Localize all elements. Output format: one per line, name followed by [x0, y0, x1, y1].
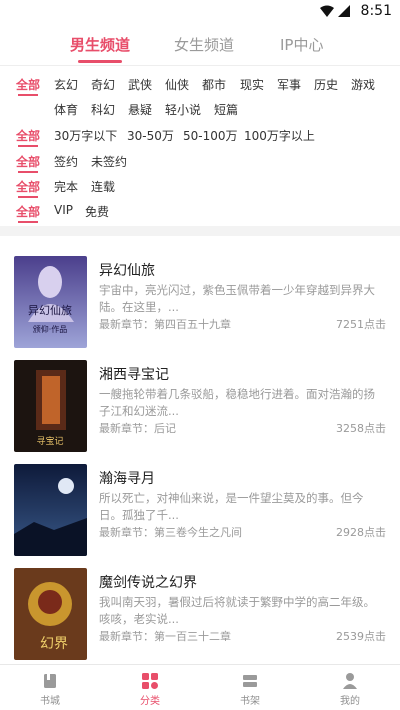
wordcount-item[interactable]: 100万字以上 — [244, 127, 315, 144]
category-icon — [142, 673, 158, 689]
sign-item[interactable]: 未签约 — [91, 153, 127, 170]
svg-text:颁仰·作品: 颁仰·作品 — [33, 324, 68, 334]
nav-profile[interactable]: 我的 — [300, 671, 400, 707]
completion-item[interactable]: 完本 — [54, 178, 78, 195]
sign-filter-row: 全部 签约 未签约 — [0, 151, 400, 173]
book-title: 魔剑传说之幻界 — [99, 575, 197, 591]
genre-item[interactable]: 奇幻 — [91, 76, 115, 93]
sign-item[interactable]: 签约 — [54, 153, 78, 170]
svg-text:幻界: 幻界 — [40, 636, 68, 652]
active-tab-indicator — [78, 60, 122, 63]
filter-all-wordcount[interactable]: 全部 — [16, 127, 40, 147]
genre-filter-row-2: 体育 科幻 悬疑 轻小说 短篇 — [0, 99, 400, 121]
book-description: 所以死亡，对神仙来说，是一件望尘莫及的事。但今日。孤独了千... — [99, 491, 364, 522]
status-time: 8:51 — [360, 3, 392, 19]
bottom-nav: 书城 分类 书架 我的 — [0, 664, 400, 710]
tab-male-channel[interactable]: 男生频道 — [70, 34, 130, 55]
book-description: 我叫南天羽，暑假过后将就读于繁野中学的高二年级。咳咳，老实说... — [99, 595, 375, 626]
channel-tabs: 男生频道 女生频道 IP中心 — [0, 22, 400, 66]
signal-icon — [338, 5, 350, 17]
genre-item[interactable]: 历史 — [314, 76, 338, 93]
genre-item[interactable]: 轻小说 — [165, 101, 201, 118]
book-click-count: 2928点击 — [336, 526, 386, 539]
completion-filter-row: 全部 完本 连载 — [0, 176, 400, 198]
status-bar: 8:51 — [0, 0, 400, 22]
book-title: 瀚海寻月 — [99, 471, 155, 487]
book-description: 一艘拖轮带着几条驳船，稳稳地行进着。面对浩瀚的扬子江和幻迷流... — [99, 387, 375, 418]
word-count-filter-row: 全部 30万字以下 30-50万 50-100万 100万字以上 — [0, 125, 400, 147]
book-cover: 寻宝记 — [14, 360, 87, 452]
wifi-icon — [320, 5, 334, 17]
book-item[interactable]: 寻宝记 湘西寻宝记 一艘拖轮带着几条驳船，稳稳地行进着。面对浩瀚的扬子江和幻迷流… — [0, 346, 400, 452]
filter-all-completion[interactable]: 全部 — [16, 178, 40, 198]
book-title: 湘西寻宝记 — [99, 367, 169, 383]
book-click-count: 7251点击 — [336, 318, 386, 331]
genre-item[interactable]: 现实 — [240, 76, 264, 93]
tab-ip-center[interactable]: IP中心 — [280, 34, 323, 55]
genre-item[interactable]: 体育 — [54, 101, 78, 118]
wordcount-item[interactable]: 30万字以下 — [54, 127, 117, 144]
book-cover: 异幻仙旅 颁仰·作品 — [14, 256, 87, 348]
nav-bookstore[interactable]: 书城 — [0, 671, 100, 707]
genre-item[interactable]: 玄幻 — [54, 76, 78, 93]
book-latest-chapter: 最新章节：后记 — [99, 422, 176, 435]
book-click-count: 3258点击 — [336, 422, 386, 435]
genre-item[interactable]: 悬疑 — [128, 101, 152, 118]
genre-item[interactable]: 短篇 — [214, 101, 238, 118]
book-cover — [14, 464, 87, 556]
wordcount-item[interactable]: 50-100万 — [183, 127, 238, 144]
genre-item[interactable]: 武侠 — [128, 76, 152, 93]
filter-all-pricing[interactable]: 全部 — [16, 203, 40, 223]
book-latest-chapter: 最新章节：第四百五十九章 — [99, 318, 231, 331]
genre-item[interactable]: 仙侠 — [165, 76, 189, 93]
genre-item[interactable]: 军事 — [277, 76, 301, 93]
pricing-item[interactable]: 免费 — [85, 203, 109, 220]
book-latest-chapter: 最新章节：第三卷今生之凡间 — [99, 526, 242, 539]
genre-filter-row: 全部 玄幻 奇幻 武侠 仙侠 都市 现实 军事 历史 游戏 — [0, 74, 400, 96]
pricing-item[interactable]: VIP — [54, 203, 73, 217]
genre-item[interactable]: 科幻 — [91, 101, 115, 118]
filter-all-sign[interactable]: 全部 — [16, 153, 40, 173]
wordcount-item[interactable]: 30-50万 — [127, 127, 174, 144]
book-item[interactable]: 瀚海寻月 所以死亡，对神仙来说，是一件望尘莫及的事。但今日。孤独了千... 最新… — [0, 450, 400, 556]
book-item[interactable]: 异幻仙旅 颁仰·作品 异幻仙旅 宇宙中，亮光闪过，紫色玉佩带着一少年穿越到异界大… — [0, 242, 400, 348]
book-title: 异幻仙旅 — [99, 263, 155, 279]
book-latest-chapter: 最新章节：第一百三十二章 — [99, 630, 231, 643]
book-description: 宇宙中，亮光闪过，紫色玉佩带着一少年穿越到异界大陆。在这里，... — [99, 283, 375, 314]
book-click-count: 2539点击 — [336, 630, 386, 643]
tab-female-channel[interactable]: 女生频道 — [174, 34, 234, 55]
svg-text:异幻仙旅: 异幻仙旅 — [28, 303, 72, 317]
book-cover: 幻界 — [14, 568, 87, 660]
filter-all-genre[interactable]: 全部 — [16, 76, 40, 96]
svg-text:寻宝记: 寻宝记 — [36, 435, 63, 447]
genre-item[interactable]: 都市 — [202, 76, 226, 93]
bookshelf-icon — [243, 675, 257, 687]
bookstore-icon — [44, 674, 56, 688]
nav-bookshelf[interactable]: 书架 — [200, 671, 300, 707]
book-item[interactable]: 幻界 魔剑传说之幻界 我叫南天羽，暑假过后将就读于繁野中学的高二年级。咳咳，老实… — [0, 554, 400, 660]
nav-category[interactable]: 分类 — [100, 671, 200, 707]
section-divider — [0, 226, 400, 236]
profile-icon — [343, 673, 357, 689]
pricing-filter-row: 全部 VIP 免费 — [0, 201, 400, 223]
completion-item[interactable]: 连载 — [91, 178, 115, 195]
genre-item[interactable]: 游戏 — [351, 76, 375, 93]
